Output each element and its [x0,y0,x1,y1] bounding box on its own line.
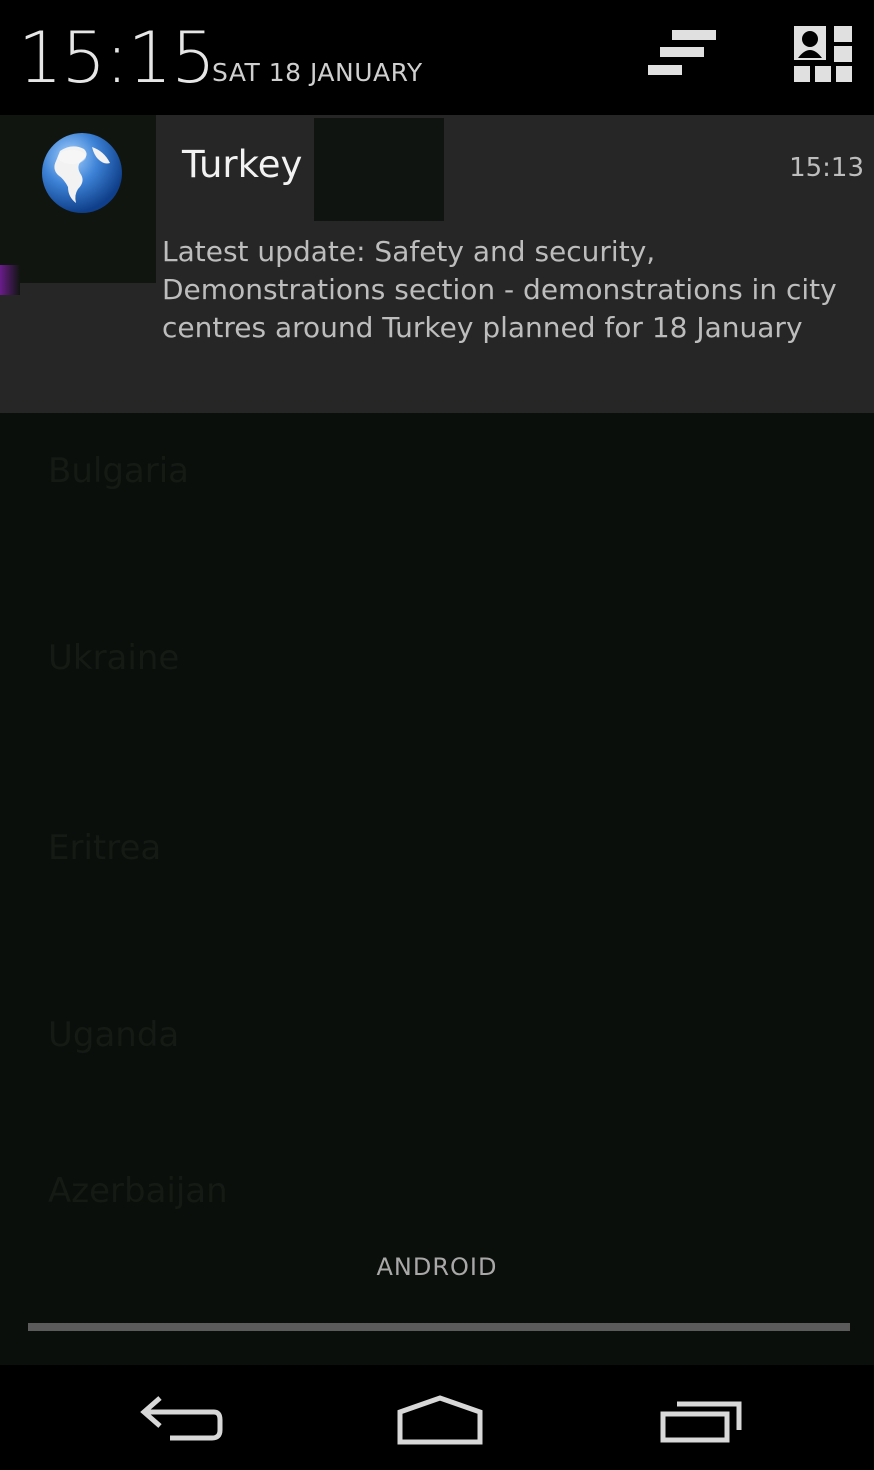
quick-settings-icon [794,26,852,82]
date: SAT 18 JANUARY [212,58,423,87]
clock: 15:15 [18,17,216,99]
background-list-item: Bulgaria [48,451,189,491]
navigation-bar [0,1365,874,1470]
home-button[interactable] [392,1390,488,1454]
background-list-item: Uganda [48,1015,180,1055]
quick-settings-button[interactable] [790,24,856,86]
carrier-label: ANDROID [376,1253,498,1281]
clear-all-icon [648,30,716,75]
shade-drag-handle[interactable] [28,1323,850,1331]
image-placeholder [314,118,444,221]
notification-text: Latest update: Safety and security, Demo… [162,235,837,344]
home-icon [397,1395,483,1445]
wallpaper-sliver [0,265,20,295]
background-list-item: Eritrea [48,828,162,868]
notification-card[interactable]: Turkey 15:13 Latest update: Safety and s… [0,115,874,413]
shade-header: 15:15 SAT 18 JANUARY [0,0,874,110]
shade-background: Bulgaria Ukraine Eritrea Uganda Azerbaij… [0,413,874,1365]
background-list-item: Ukraine [48,638,180,678]
notification-title: Turkey [182,143,303,186]
notification-time: 15:13 [789,153,864,183]
notification-icon-area [0,115,156,295]
back-icon [140,1396,223,1441]
recents-button[interactable] [655,1390,745,1454]
back-button[interactable] [130,1390,230,1454]
globe-icon [42,133,122,213]
recents-icon [660,1401,742,1443]
clear-all-button[interactable] [640,25,722,85]
background-list-item: Azerbaijan [48,1171,228,1211]
